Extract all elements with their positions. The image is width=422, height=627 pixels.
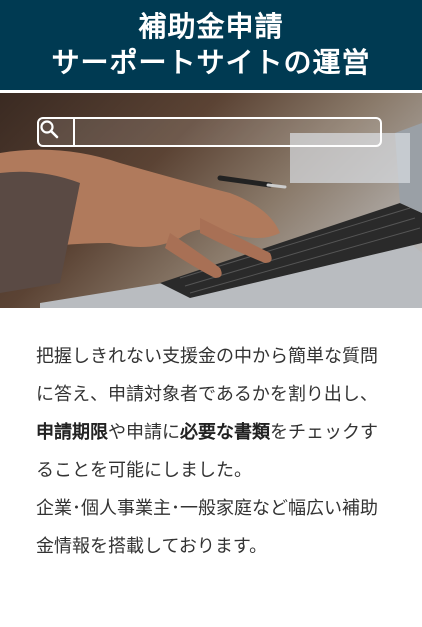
description-part1: 把握しきれない支援金の中から簡単な質問に答え、申請対象者であるかを割り出し、 bbox=[36, 346, 378, 405]
search-icon[interactable] bbox=[39, 119, 75, 145]
header-title-line1: 補助金申請 bbox=[138, 10, 284, 43]
description-part2: や申請に bbox=[108, 422, 180, 443]
description-bold-deadline: 申請期限 bbox=[36, 422, 108, 443]
search-input[interactable] bbox=[75, 119, 380, 145]
search-bar[interactable] bbox=[37, 117, 382, 147]
header-title-line2: サーポートサイトの運営 bbox=[51, 46, 371, 79]
description-line2: 企業･個人事業主･一般家庭など幅広い補助金情報を搭載しております。 bbox=[36, 498, 378, 557]
description-bold-documents: 必要な書類 bbox=[180, 422, 270, 443]
hero-image bbox=[0, 93, 422, 308]
description-text: 把握しきれない支援金の中から簡単な質問に答え、申請対象者であるかを割り出し、申請… bbox=[36, 338, 388, 566]
site-header: 補助金申請 サーポートサイトの運営 bbox=[0, 0, 422, 90]
